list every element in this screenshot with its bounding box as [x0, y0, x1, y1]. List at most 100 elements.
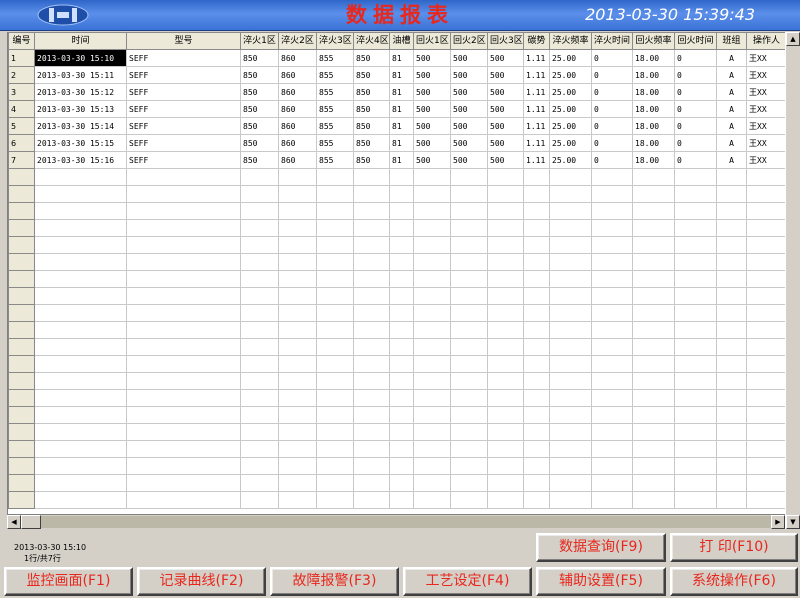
table-cell[interactable]	[126, 202, 241, 220]
table-cell[interactable]	[674, 440, 717, 458]
table-cell[interactable]	[746, 338, 787, 356]
empty-table-row[interactable]	[8, 321, 787, 339]
table-cell[interactable]	[674, 355, 717, 373]
table-cell[interactable]: 81	[389, 151, 414, 169]
table-cell[interactable]: SEFF	[126, 100, 241, 118]
table-cell[interactable]	[413, 321, 451, 339]
row-number-cell[interactable]	[8, 168, 35, 186]
table-cell[interactable]	[746, 185, 787, 203]
table-cell[interactable]	[316, 474, 354, 492]
empty-table-row[interactable]	[8, 270, 787, 288]
table-cell[interactable]: 850	[240, 49, 279, 67]
row-number-cell[interactable]	[8, 372, 35, 390]
table-cell[interactable]	[523, 423, 550, 441]
table-cell[interactable]	[240, 338, 279, 356]
table-cell[interactable]: 1.11	[523, 134, 550, 152]
table-cell[interactable]: 王XX	[746, 117, 787, 135]
table-cell[interactable]	[413, 440, 451, 458]
table-cell[interactable]	[674, 321, 717, 339]
table-cell[interactable]: 王XX	[746, 134, 787, 152]
row-number-cell[interactable]	[8, 304, 35, 322]
table-cell[interactable]: A	[716, 100, 747, 118]
table-cell[interactable]	[674, 236, 717, 254]
table-cell[interactable]: 25.00	[549, 117, 592, 135]
table-cell[interactable]: 0	[674, 134, 717, 152]
table-cell[interactable]	[240, 185, 279, 203]
table-cell[interactable]: 1.11	[523, 117, 550, 135]
table-cell[interactable]	[413, 423, 451, 441]
table-cell[interactable]: 860	[278, 49, 317, 67]
table-cell[interactable]	[413, 287, 451, 305]
row-number-cell[interactable]	[8, 440, 35, 458]
table-cell[interactable]	[450, 338, 488, 356]
row-number-cell[interactable]: 7	[8, 151, 35, 169]
table-cell[interactable]	[674, 474, 717, 492]
table-cell[interactable]: 18.00	[632, 117, 675, 135]
table-cell[interactable]	[487, 440, 524, 458]
empty-table-row[interactable]	[8, 406, 787, 424]
row-number-cell[interactable]: 6	[8, 134, 35, 152]
table-cell[interactable]	[413, 253, 451, 271]
table-cell[interactable]: SEFF	[126, 66, 241, 84]
table-cell[interactable]	[389, 304, 414, 322]
table-cell[interactable]	[632, 236, 675, 254]
table-cell[interactable]	[674, 304, 717, 322]
table-cell[interactable]	[450, 270, 488, 288]
table-cell[interactable]	[126, 355, 241, 373]
table-cell[interactable]	[632, 491, 675, 509]
empty-table-row[interactable]	[8, 440, 787, 458]
table-cell[interactable]	[353, 168, 390, 186]
table-cell[interactable]	[716, 355, 747, 373]
table-cell[interactable]	[632, 474, 675, 492]
table-cell[interactable]	[549, 236, 592, 254]
table-cell[interactable]	[389, 321, 414, 339]
table-cell[interactable]: 500	[413, 66, 451, 84]
table-cell[interactable]	[34, 423, 127, 441]
table-cell[interactable]	[126, 372, 241, 390]
table-cell[interactable]: 855	[316, 66, 354, 84]
table-cell[interactable]	[278, 372, 317, 390]
table-cell[interactable]	[450, 287, 488, 305]
table-cell[interactable]	[413, 474, 451, 492]
table-cell[interactable]	[34, 457, 127, 475]
scroll-track[interactable]	[41, 516, 771, 528]
row-number-cell[interactable]	[8, 355, 35, 373]
table-cell[interactable]: 850	[353, 100, 390, 118]
table-cell[interactable]	[591, 236, 633, 254]
table-cell[interactable]	[316, 219, 354, 237]
table-cell[interactable]	[316, 406, 354, 424]
table-cell[interactable]: SEFF	[126, 117, 241, 135]
empty-table-row[interactable]	[8, 338, 787, 356]
table-cell[interactable]	[34, 185, 127, 203]
table-cell[interactable]	[389, 457, 414, 475]
horizontal-scrollbar[interactable]: ◀ ▶	[7, 514, 785, 529]
table-cell[interactable]	[487, 270, 524, 288]
table-cell[interactable]: 1.11	[523, 66, 550, 84]
table-cell[interactable]	[632, 372, 675, 390]
table-cell[interactable]	[716, 304, 747, 322]
table-cell[interactable]	[716, 253, 747, 271]
table-cell[interactable]	[591, 270, 633, 288]
table-cell[interactable]: 855	[316, 83, 354, 101]
table-cell[interactable]	[591, 457, 633, 475]
empty-table-row[interactable]	[8, 253, 787, 271]
table-cell[interactable]: 王XX	[746, 49, 787, 67]
table-cell[interactable]	[746, 270, 787, 288]
table-cell[interactable]: 850	[240, 117, 279, 135]
table-cell[interactable]: 0	[674, 151, 717, 169]
table-cell[interactable]	[353, 202, 390, 220]
table-cell[interactable]: 81	[389, 49, 414, 67]
table-cell[interactable]: 850	[353, 151, 390, 169]
table-cell[interactable]: 500	[450, 134, 488, 152]
row-number-cell[interactable]	[8, 236, 35, 254]
table-cell[interactable]	[716, 185, 747, 203]
empty-table-row[interactable]	[8, 202, 787, 220]
table-cell[interactable]: SEFF	[126, 151, 241, 169]
table-cell[interactable]: 850	[240, 134, 279, 152]
table-cell[interactable]	[523, 440, 550, 458]
table-cell[interactable]	[278, 270, 317, 288]
table-cell[interactable]	[450, 304, 488, 322]
table-cell[interactable]	[413, 372, 451, 390]
table-cell[interactable]: 18.00	[632, 151, 675, 169]
table-cell[interactable]	[34, 372, 127, 390]
